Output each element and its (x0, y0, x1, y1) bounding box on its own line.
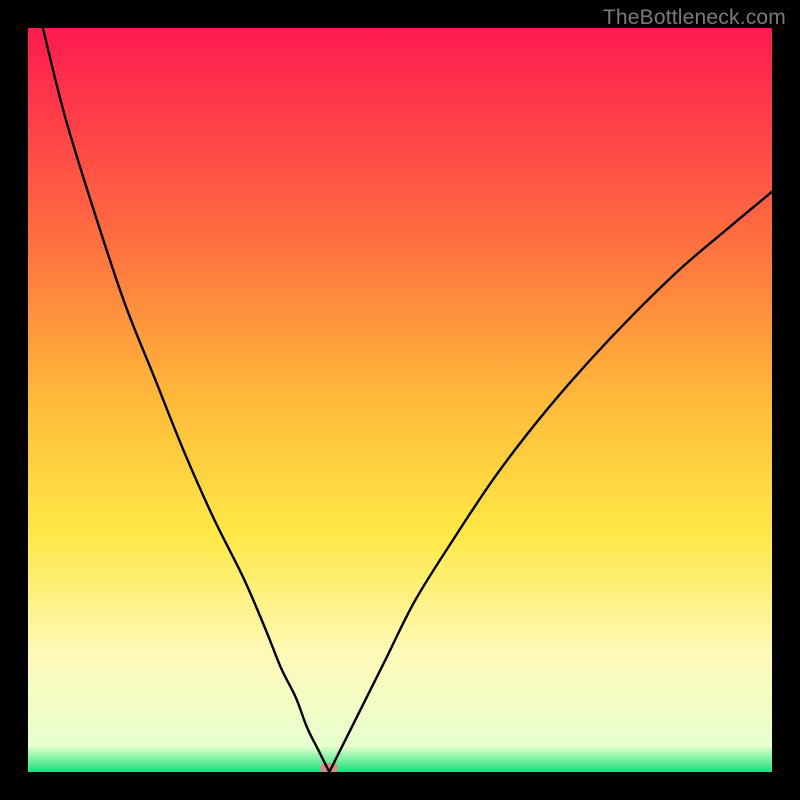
curve-left (43, 28, 329, 772)
watermark-text: TheBottleneck.com (603, 6, 786, 30)
plot-area (28, 28, 772, 772)
chart-frame: TheBottleneck.com (0, 0, 800, 800)
bottleneck-curve (28, 28, 772, 772)
curve-right (329, 192, 772, 772)
